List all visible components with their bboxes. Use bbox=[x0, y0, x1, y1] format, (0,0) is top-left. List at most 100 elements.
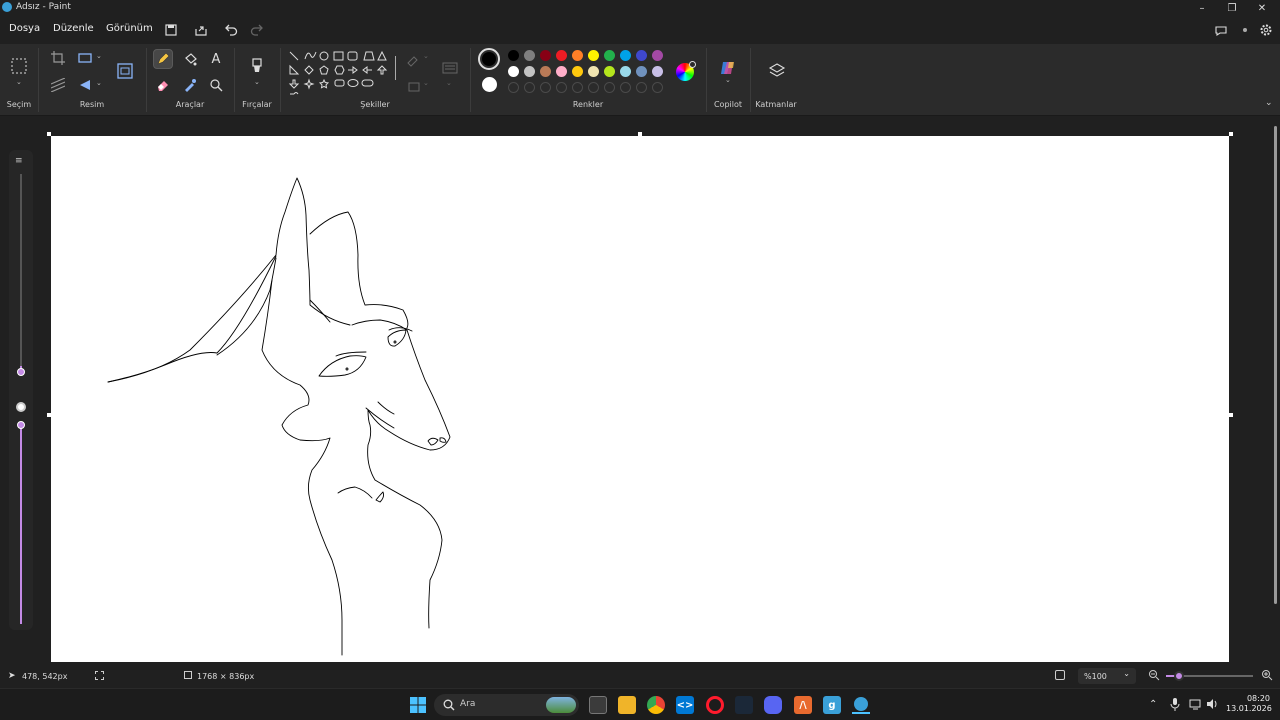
shapes-scrollbar[interactable] bbox=[395, 56, 396, 80]
palette-color-swatch[interactable] bbox=[620, 50, 631, 61]
menu-edit[interactable]: Düzenle bbox=[53, 23, 94, 34]
custom-color-slot[interactable] bbox=[652, 82, 663, 93]
image-select-icon[interactable] bbox=[115, 61, 135, 81]
custom-color-slot[interactable] bbox=[540, 82, 551, 93]
color2-selector[interactable] bbox=[482, 77, 497, 92]
fit-to-window-icon[interactable] bbox=[1055, 670, 1065, 680]
rotate-chevron-down-icon[interactable]: ⌄ bbox=[96, 79, 102, 87]
palette-color-swatch[interactable] bbox=[524, 66, 535, 77]
menu-file[interactable]: Dosya bbox=[9, 23, 40, 34]
vscode-icon[interactable]: <> bbox=[676, 696, 694, 714]
eraser-icon[interactable] bbox=[153, 75, 173, 95]
save-icon[interactable] bbox=[163, 22, 181, 38]
app-icon-g[interactable]: g bbox=[823, 696, 841, 714]
rotate-icon[interactable] bbox=[75, 75, 95, 95]
zoom-slider-thumb[interactable] bbox=[1174, 671, 1185, 681]
text-tool-icon[interactable]: A bbox=[206, 49, 226, 69]
redo-icon[interactable] bbox=[249, 22, 267, 38]
palette-color-swatch[interactable] bbox=[556, 66, 567, 77]
microphone-icon[interactable] bbox=[1170, 698, 1180, 711]
color-picker-icon[interactable] bbox=[180, 75, 200, 95]
edit-colors-icon[interactable] bbox=[676, 61, 696, 81]
palette-color-swatch[interactable] bbox=[588, 50, 599, 61]
remove-background-icon[interactable] bbox=[48, 75, 68, 95]
palette-color-swatch[interactable] bbox=[572, 66, 583, 77]
brush-icon[interactable] bbox=[247, 56, 267, 76]
custom-color-slot[interactable] bbox=[620, 82, 631, 93]
palette-color-swatch[interactable] bbox=[604, 50, 615, 61]
share-icon[interactable] bbox=[193, 22, 211, 38]
undo-icon[interactable] bbox=[223, 22, 241, 38]
app-icon-a[interactable]: /\ bbox=[794, 696, 812, 714]
resize-handle-top-left[interactable] bbox=[47, 132, 51, 136]
file-explorer-icon[interactable] bbox=[618, 696, 636, 714]
opacity-track[interactable] bbox=[20, 422, 22, 624]
palette-color-swatch[interactable] bbox=[620, 66, 631, 77]
paint-taskbar-icon[interactable] bbox=[852, 696, 870, 714]
zoom-dropdown[interactable]: %100 ⌄ bbox=[1078, 668, 1136, 684]
discord-icon[interactable] bbox=[764, 696, 782, 714]
fill-bucket-icon[interactable] bbox=[180, 49, 200, 69]
resize-handle-top[interactable] bbox=[638, 132, 642, 136]
palette-color-swatch[interactable] bbox=[588, 66, 599, 77]
copilot-icon[interactable] bbox=[718, 58, 738, 78]
custom-color-slot[interactable] bbox=[604, 82, 615, 93]
taskview-app-icon[interactable] bbox=[589, 696, 607, 714]
collapse-ribbon-chevron-icon[interactable]: ⌄ bbox=[1265, 98, 1273, 108]
line-size-chevron-down-icon[interactable]: ⌄ bbox=[446, 79, 452, 87]
brush-chevron-down-icon[interactable]: ⌄ bbox=[254, 78, 260, 86]
custom-color-slot[interactable] bbox=[636, 82, 647, 93]
layers-icon[interactable] bbox=[767, 61, 787, 81]
palette-color-swatch[interactable] bbox=[556, 50, 567, 61]
palette-color-swatch[interactable] bbox=[508, 50, 519, 61]
opera-icon[interactable] bbox=[706, 696, 724, 714]
custom-color-slot[interactable] bbox=[556, 82, 567, 93]
maximize-button[interactable]: ❐ bbox=[1217, 0, 1247, 16]
menu-view[interactable]: Görünüm bbox=[106, 23, 153, 34]
selection-chevron-down-icon[interactable]: ⌄ bbox=[16, 78, 22, 86]
resize-icon[interactable] bbox=[75, 48, 95, 68]
network-icon[interactable] bbox=[1189, 699, 1202, 710]
palette-color-swatch[interactable] bbox=[572, 50, 583, 61]
palette-color-swatch[interactable] bbox=[652, 66, 663, 77]
zoom-slider-track[interactable] bbox=[1166, 671, 1253, 681]
palette-color-swatch[interactable] bbox=[636, 50, 647, 61]
pencil-icon[interactable] bbox=[153, 49, 173, 69]
brush-size-track[interactable] bbox=[20, 174, 22, 371]
feedback-icon[interactable] bbox=[1213, 22, 1231, 38]
palette-color-swatch[interactable] bbox=[540, 50, 551, 61]
custom-color-slot[interactable] bbox=[508, 82, 519, 93]
resize-handle-right[interactable] bbox=[1229, 413, 1233, 417]
resize-handle-top-right[interactable] bbox=[1229, 132, 1233, 136]
custom-color-slot[interactable] bbox=[588, 82, 599, 93]
palette-color-swatch[interactable] bbox=[508, 66, 519, 77]
custom-color-slot[interactable] bbox=[572, 82, 583, 93]
settings-gear-icon[interactable] bbox=[1258, 22, 1276, 38]
shapes-gallery[interactable] bbox=[288, 50, 394, 100]
close-button[interactable]: ✕ bbox=[1247, 0, 1277, 16]
zoom-out-icon[interactable] bbox=[1148, 669, 1160, 681]
line-size-icon[interactable] bbox=[440, 58, 460, 78]
custom-color-slot[interactable] bbox=[524, 82, 535, 93]
vertical-scrollbar[interactable] bbox=[1272, 116, 1280, 666]
copilot-chevron-down-icon[interactable]: ⌄ bbox=[725, 76, 731, 84]
palette-color-swatch[interactable] bbox=[604, 66, 615, 77]
color1-selector[interactable] bbox=[478, 48, 500, 70]
outline-chevron-down-icon[interactable]: ⌄ bbox=[423, 52, 429, 60]
shape-outline-icon[interactable] bbox=[404, 50, 424, 70]
palette-color-swatch[interactable] bbox=[540, 66, 551, 77]
brush-size-slider-thumb[interactable] bbox=[17, 368, 25, 376]
opacity-slider-thumb[interactable] bbox=[17, 421, 25, 429]
zoom-in-icon[interactable] bbox=[1261, 669, 1273, 681]
show-hidden-icons-chevron[interactable]: ⌃ bbox=[1149, 699, 1157, 710]
volume-icon[interactable] bbox=[1206, 698, 1219, 710]
drawing-canvas[interactable] bbox=[51, 136, 1229, 662]
fill-chevron-down-icon[interactable]: ⌄ bbox=[423, 79, 429, 87]
magnifier-icon[interactable] bbox=[206, 75, 226, 95]
taskbar-search-box[interactable]: Ara bbox=[434, 694, 579, 716]
selection-rectangle-icon[interactable] bbox=[9, 56, 29, 76]
account-icon[interactable] bbox=[1237, 22, 1255, 38]
resize-handle-left[interactable] bbox=[47, 413, 51, 417]
chrome-icon[interactable] bbox=[647, 696, 665, 714]
palette-color-swatch[interactable] bbox=[652, 50, 663, 61]
